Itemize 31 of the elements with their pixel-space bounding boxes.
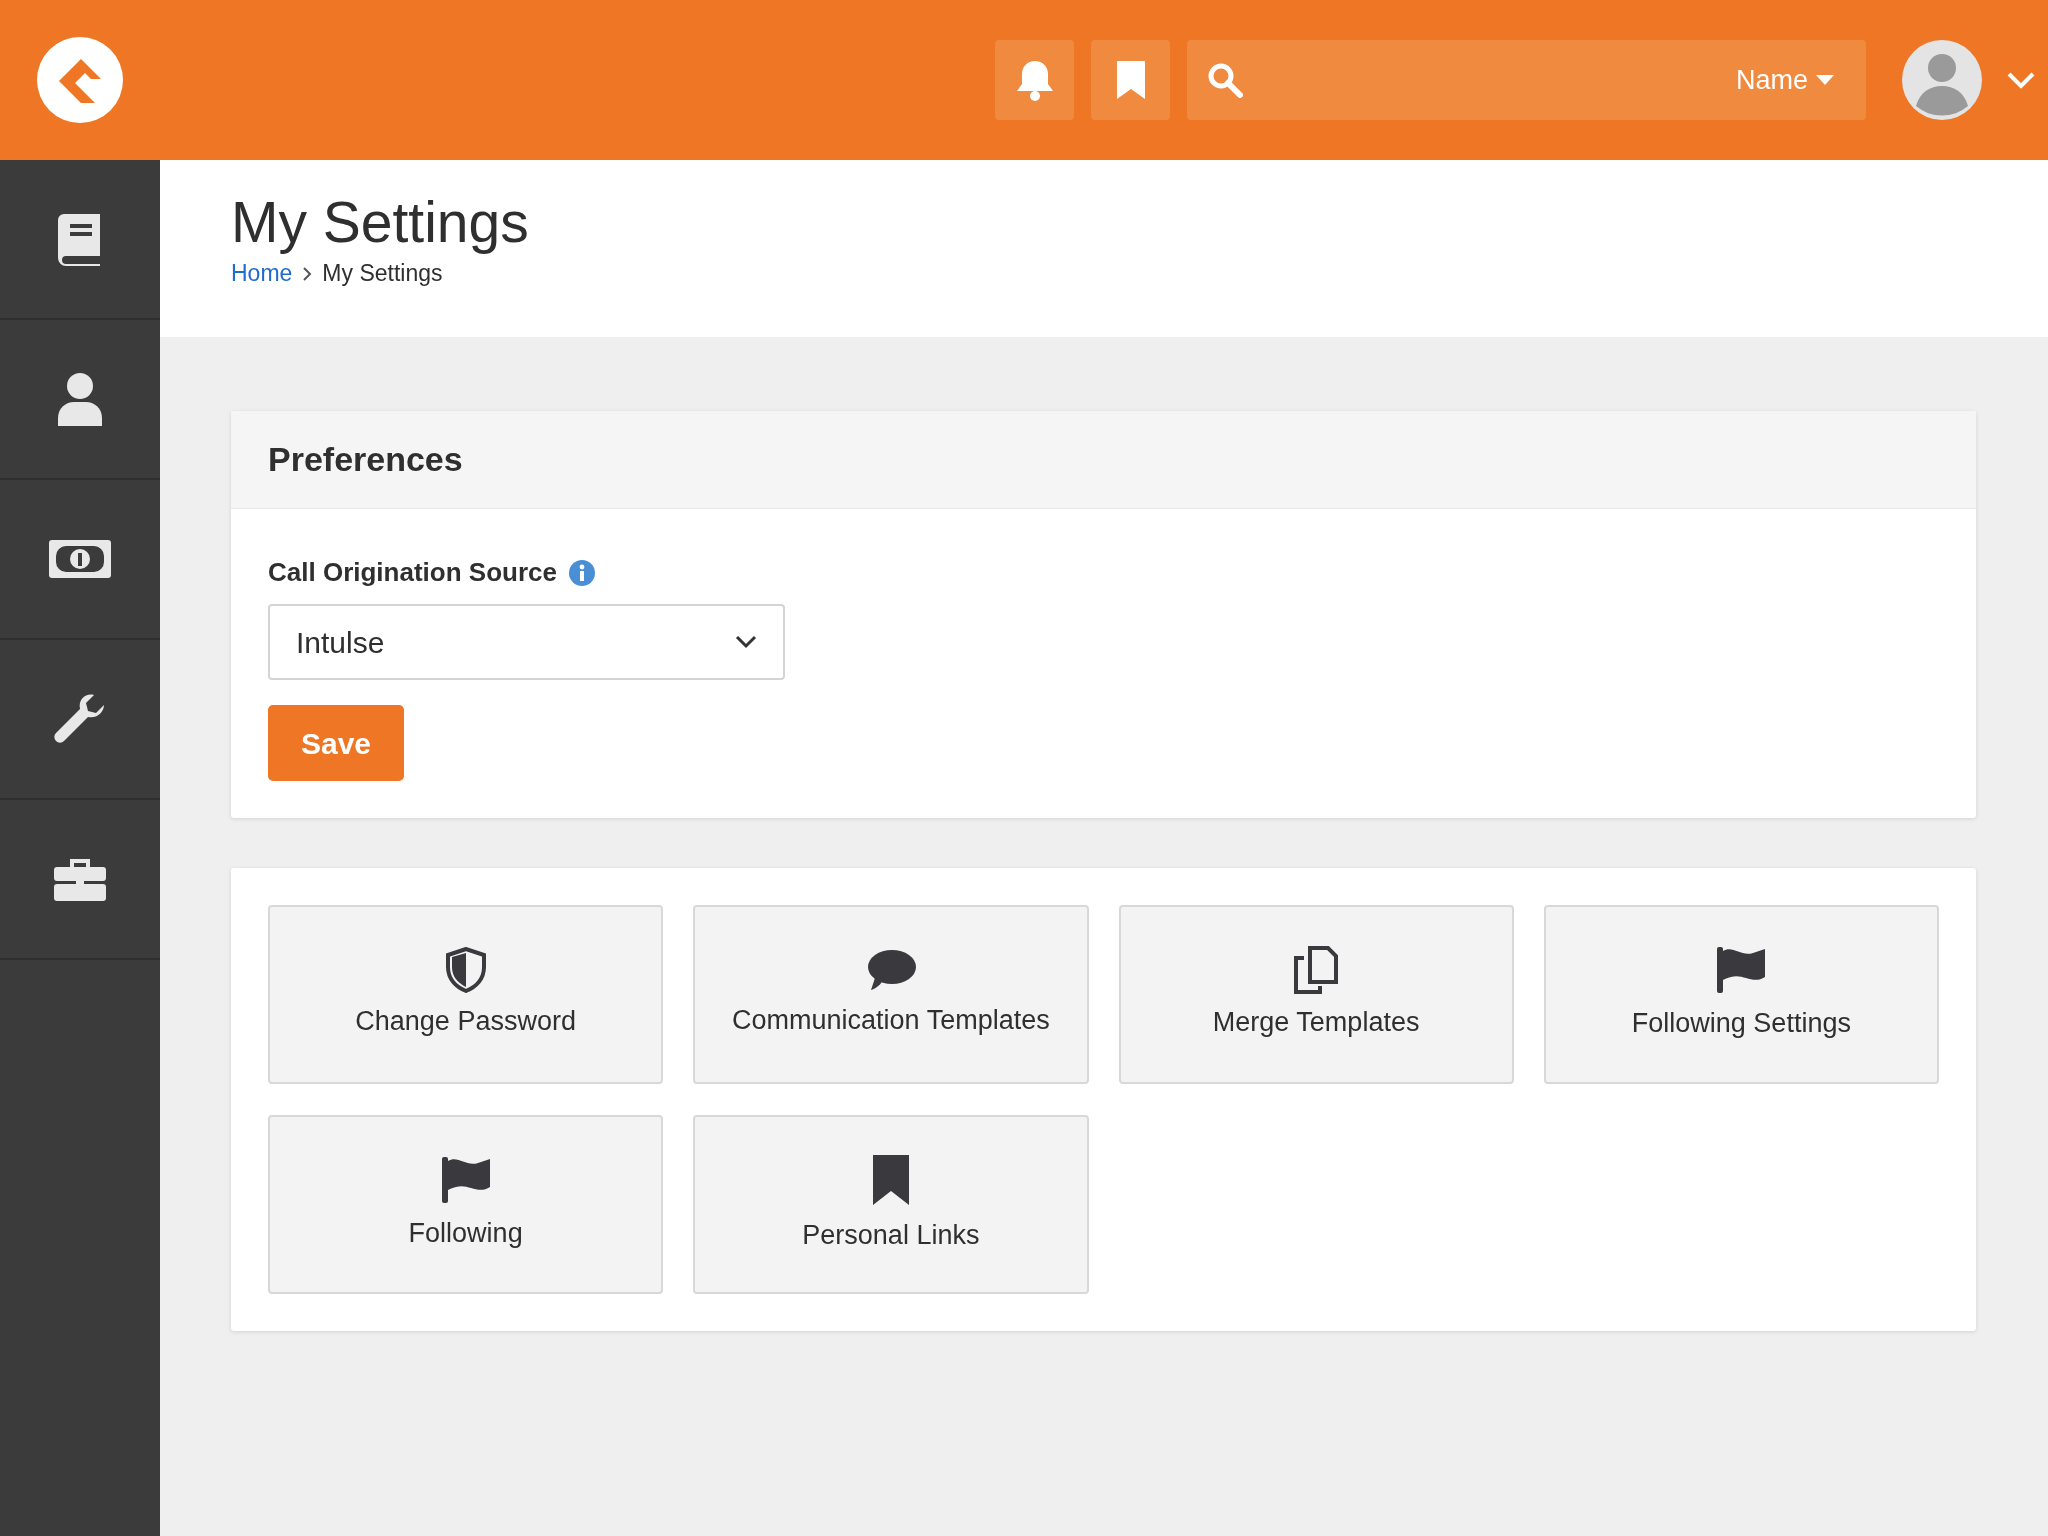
notifications-button[interactable] — [995, 40, 1074, 120]
panel-title: Preferences — [231, 411, 1976, 509]
caret-icon — [1816, 75, 1834, 85]
link-tile[interactable]: Merge Templates — [1118, 905, 1514, 1084]
link-tile[interactable]: Following Settings — [1543, 905, 1939, 1084]
bell-icon — [1015, 59, 1054, 101]
link-tile[interactable]: Change Password — [268, 905, 664, 1084]
chevron-down-icon[interactable] — [2006, 71, 2036, 89]
flag-icon — [439, 1155, 492, 1206]
copy-icon — [1294, 946, 1339, 995]
person-icon[interactable] — [56, 372, 104, 426]
logo-icon[interactable] — [37, 37, 123, 123]
search-icon — [1207, 62, 1243, 98]
bookmark-icon — [870, 1153, 911, 1208]
info-icon[interactable] — [568, 559, 595, 586]
field-label: Call Origination Source — [268, 556, 557, 589]
avatar-icon[interactable] — [1902, 40, 1982, 120]
chevron-right-icon — [302, 265, 313, 282]
bookmarks-button[interactable] — [1091, 40, 1170, 120]
page-title: My Settings — [231, 189, 530, 256]
breadcrumb-current: My Settings — [322, 259, 443, 289]
chevron-down-icon — [735, 635, 757, 649]
link-tile[interactable]: Following — [268, 1115, 664, 1294]
source-select[interactable]: Intulse — [268, 604, 785, 680]
link-tile[interactable]: Communication Templates — [693, 905, 1089, 1084]
link-tile[interactable]: Personal Links — [693, 1115, 1089, 1294]
breadcrumb-link[interactable]: Home — [231, 256, 293, 291]
bookmark-icon — [1114, 59, 1147, 101]
flag-icon — [1715, 945, 1768, 996]
shield-icon — [445, 947, 486, 994]
banknote-icon[interactable] — [47, 538, 113, 580]
